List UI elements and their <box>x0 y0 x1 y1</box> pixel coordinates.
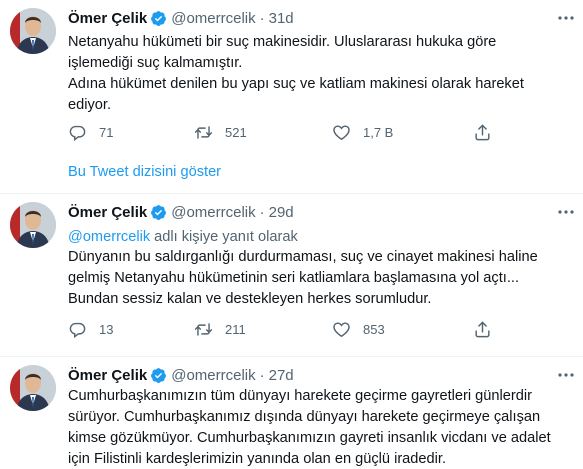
retweet-icon <box>194 323 213 336</box>
retweet-count: 521 <box>225 125 247 140</box>
avatar[interactable] <box>10 365 56 411</box>
tweet-text: Dünyanın bu saldırganlığı durdurmaması, … <box>68 247 568 310</box>
handle[interactable]: @omerrcelik <box>171 204 255 221</box>
tweet-text-line: sürüyor. Cumhurbaşkanımız dışında dünyay… <box>68 409 541 425</box>
display-name[interactable]: Ömer Çelik <box>68 204 147 221</box>
replying-to: @omerrcelik adlı kişiye yanıt olarak <box>68 229 298 245</box>
tweet-text-line: Bundan sessiz kalan ve destekleyen herke… <box>68 291 432 307</box>
like-button[interactable]: 1,7 B <box>332 123 393 142</box>
tweet-text-line: ediyor. <box>68 97 111 113</box>
tweet-text-line: gelmiş Netanyahu hükümetinin seri katlia… <box>68 270 519 286</box>
avatar-photo <box>10 8 56 54</box>
tweet[interactable]: Ömer Çelik @omerrcelik · 27d Cumhurbaşka… <box>0 357 583 469</box>
retweet-count: 211 <box>225 322 246 337</box>
heart-icon <box>333 125 350 141</box>
timestamp[interactable]: 31d <box>269 10 294 27</box>
tweet-header: Ömer Çelik @omerrcelik · 29d <box>68 202 294 222</box>
timestamp[interactable]: 27d <box>269 367 294 384</box>
share-icon <box>475 321 490 338</box>
more-options-icon[interactable] <box>555 202 577 222</box>
separator-dot: · <box>259 9 265 27</box>
tweet-header: Ömer Çelik @omerrcelik · 31d <box>68 8 294 28</box>
handle[interactable]: @omerrcelik <box>171 10 255 27</box>
display-name[interactable]: Ömer Çelik <box>68 10 147 27</box>
separator-dot: · <box>259 203 265 221</box>
tweet-text-line: işlemediği suç kalmamıştır. <box>68 55 243 71</box>
tweet-text: Cumhurbaşkanımızın tüm dünyayı harekete … <box>68 386 568 469</box>
display-name[interactable]: Ömer Çelik <box>68 367 147 384</box>
tweet-text-line: kimse gözükmüyor. Cumhurbaşkanımızın gay… <box>68 430 551 446</box>
replying-to-mention[interactable]: @omerrcelik <box>68 229 150 245</box>
replying-to-text: adlı kişiye yanıt olarak <box>150 229 298 245</box>
like-button[interactable]: 853 <box>332 320 385 339</box>
more-options-icon[interactable] <box>555 365 577 385</box>
verified-badge-icon <box>151 367 167 383</box>
retweet-icon <box>194 126 213 139</box>
reply-count: 13 <box>99 322 114 337</box>
timestamp[interactable]: 29d <box>269 204 294 221</box>
tweet-text-line: Netanyahu hükümeti bir suç makinesidir. … <box>68 34 497 50</box>
share-icon <box>475 124 490 141</box>
handle[interactable]: @omerrcelik <box>171 367 255 384</box>
like-count: 853 <box>363 322 385 337</box>
tweet-text-line: Cumhurbaşkanımızın tüm dünyayı harekete … <box>68 388 532 404</box>
reply-button[interactable]: 71 <box>68 123 113 142</box>
tweet-text-line: Dünyanın bu saldırganlığı durdurmaması, … <box>68 249 538 265</box>
avatar[interactable] <box>10 202 56 248</box>
avatar-photo <box>10 365 56 411</box>
share-button[interactable] <box>473 320 504 339</box>
tweet[interactable]: Ömer Çelik @omerrcelik · 29d @omerrcelik… <box>0 194 583 354</box>
reply-icon <box>69 125 86 142</box>
verified-badge-icon <box>151 10 167 26</box>
retweet-button[interactable]: 211 <box>194 320 246 339</box>
separator-dot: · <box>259 366 265 384</box>
tweet[interactable]: Ömer Çelik @omerrcelik · 31d Netanyahu h… <box>0 0 583 160</box>
reply-button[interactable]: 13 <box>68 320 113 339</box>
tweet-text-line: Adına hükümet denilen bu yapı suç ve kat… <box>68 76 524 92</box>
reply-count: 71 <box>99 125 114 140</box>
tweet-actions: 13 211 853 <box>68 320 508 340</box>
like-count: 1,7 B <box>363 125 394 140</box>
reply-icon <box>69 322 86 339</box>
tweet-header: Ömer Çelik @omerrcelik · 27d <box>68 365 294 385</box>
retweet-button[interactable]: 521 <box>194 123 247 142</box>
more-options-icon[interactable] <box>555 8 577 28</box>
show-thread-link[interactable]: Bu Tweet dizisini göster <box>68 164 221 180</box>
share-button[interactable] <box>473 123 504 142</box>
avatar[interactable] <box>10 8 56 54</box>
tweet-text-line: için Filistinli kardeşlerimizin yanında … <box>68 451 446 467</box>
heart-icon <box>333 322 350 338</box>
tweet-actions: 71 521 1,7 B <box>68 123 508 143</box>
tweet-text: Netanyahu hükümeti bir suç makinesidir. … <box>68 32 568 116</box>
verified-badge-icon <box>151 204 167 220</box>
avatar-photo <box>10 202 56 248</box>
